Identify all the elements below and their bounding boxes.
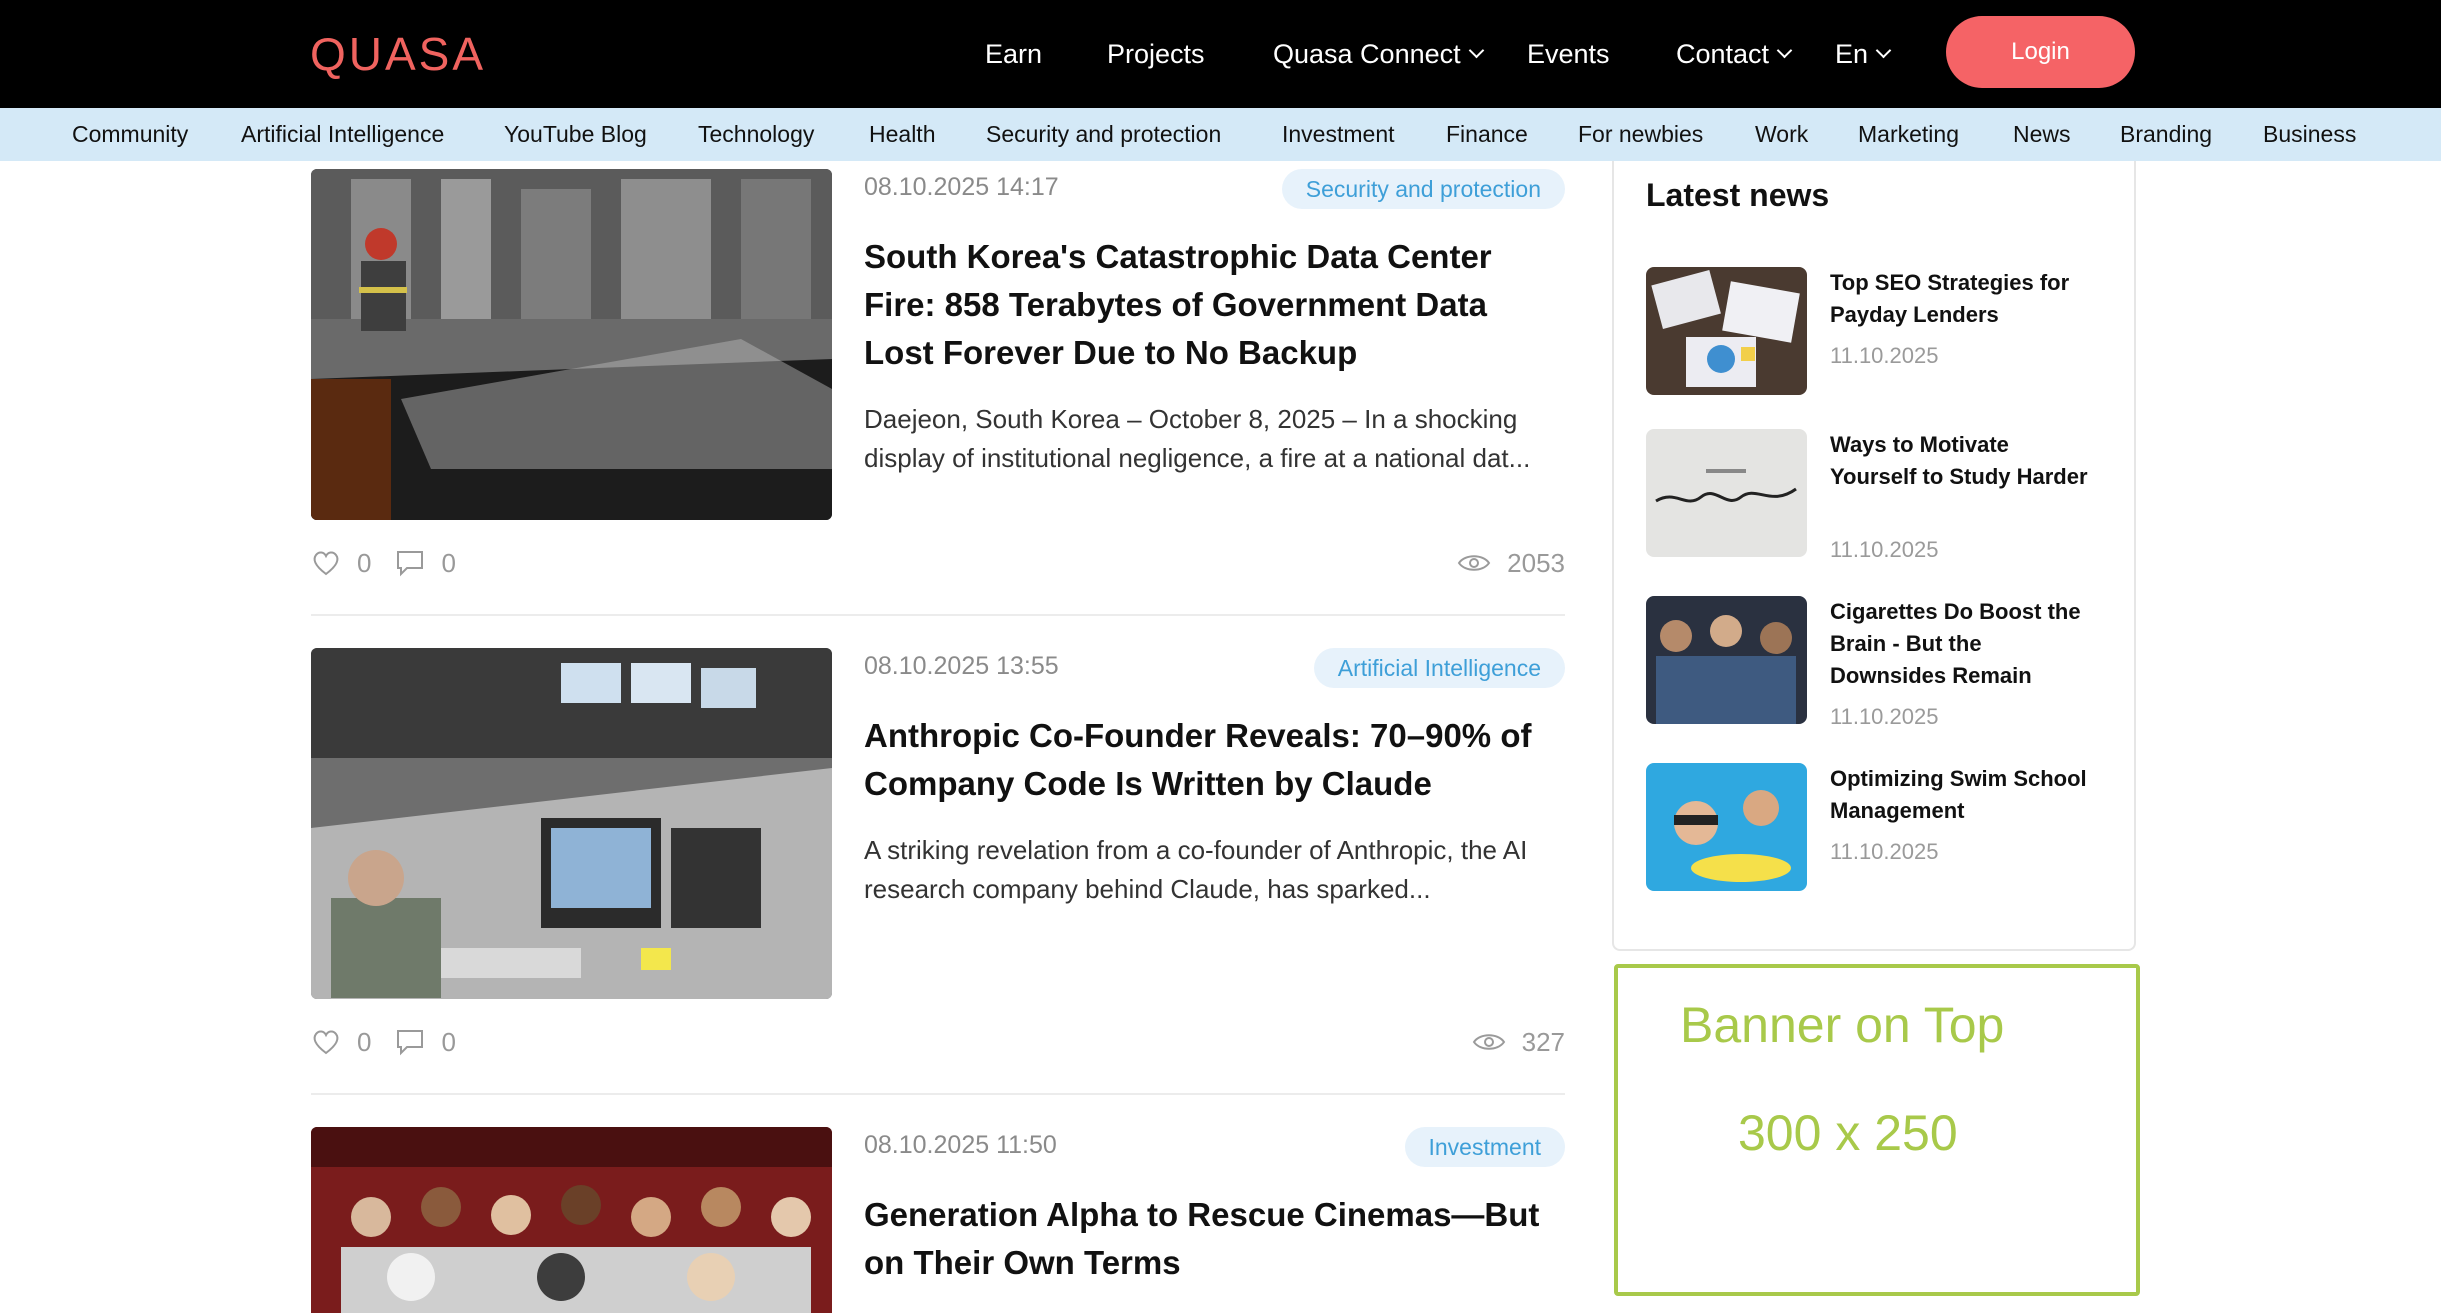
like-count: 0	[357, 1026, 372, 1057]
news-thumbnail[interactable]	[1646, 267, 1807, 395]
comment-icon[interactable]	[395, 1028, 425, 1056]
article-card: 08.10.2025 14:17 Security and protection…	[311, 169, 1565, 589]
category-bar: Community Artificial Intelligence YouTub…	[0, 108, 2441, 161]
news-date: 11.10.2025	[1830, 704, 1939, 729]
view-count: 327	[1521, 1026, 1565, 1057]
category-technology[interactable]: Technology	[698, 108, 814, 161]
article-image[interactable]	[311, 648, 832, 999]
banner-size: 300 x 250	[1738, 1105, 1958, 1161]
article-image[interactable]	[311, 1127, 832, 1313]
news-title[interactable]: Optimizing Swim School Management	[1830, 763, 2100, 827]
nav-events[interactable]: Events	[1527, 0, 1610, 108]
like-count: 0	[357, 547, 372, 578]
nav-label: Events	[1527, 38, 1610, 69]
article-date: 08.10.2025 14:17	[864, 173, 1059, 201]
latest-news-title: Latest news	[1646, 177, 1830, 213]
news-thumbnail[interactable]	[1646, 429, 1807, 557]
news-date: 11.10.2025	[1830, 839, 1939, 864]
category-ai[interactable]: Artificial Intelligence	[241, 108, 444, 161]
nav-quasa-connect[interactable]: Quasa Connect	[1273, 0, 1484, 108]
news-thumbnail[interactable]	[1646, 763, 1807, 891]
nav-earn[interactable]: Earn	[985, 0, 1042, 108]
category-finance[interactable]: Finance	[1446, 108, 1528, 161]
banner-text: Banner on Top	[1680, 997, 2005, 1053]
article-image[interactable]	[311, 169, 832, 520]
nav-label: Projects	[1107, 38, 1205, 69]
nav-label: Quasa Connect	[1273, 38, 1461, 69]
chevron-down-icon	[1875, 42, 1892, 58]
news-date: 11.10.2025	[1830, 537, 1939, 562]
heart-icon[interactable]	[311, 1028, 341, 1056]
comment-count: 0	[441, 547, 456, 578]
news-item[interactable]: Cigarettes Do Boost the Brain - But the …	[1646, 596, 2116, 729]
view-count: 2053	[1507, 547, 1565, 578]
article-excerpt: A striking revelation from a co-founder …	[864, 835, 1528, 904]
article-title[interactable]: Generation Alpha to Rescue Cinemas—But o…	[864, 1191, 1564, 1287]
category-community[interactable]: Community	[72, 108, 188, 161]
language-selector[interactable]: En	[1835, 0, 1892, 108]
site-logo[interactable]: QUASA	[310, 26, 486, 82]
heart-icon[interactable]	[311, 549, 341, 577]
news-thumbnail[interactable]	[1646, 596, 1807, 724]
chevron-down-icon	[1468, 42, 1484, 58]
top-header: QUASA Earn Projects Quasa Connect Events…	[0, 0, 2441, 108]
nav-label: En	[1835, 38, 1869, 69]
news-date: 11.10.2025	[1830, 343, 1939, 368]
category-for-newbies[interactable]: For newbies	[1578, 108, 1703, 161]
article-meta: 0 0 327	[311, 1022, 1565, 1062]
eye-icon	[1472, 1030, 1506, 1054]
article-card: 08.10.2025 13:55 Artificial Intelligence…	[311, 648, 1565, 1068]
nav-contact[interactable]: Contact	[1676, 0, 1793, 108]
article-title[interactable]: South Korea's Catastrophic Data Center F…	[864, 233, 1564, 377]
nav-label: Contact	[1676, 38, 1770, 69]
news-item[interactable]: Optimizing Swim School Management 11.10.…	[1646, 763, 2116, 893]
article-tag[interactable]: Artificial Intelligence	[1313, 648, 1565, 688]
article-tag[interactable]: Investment	[1404, 1127, 1565, 1167]
news-item[interactable]: Ways to Motivate Yourself to Study Harde…	[1646, 429, 2116, 562]
category-investment[interactable]: Investment	[1282, 108, 1395, 161]
latest-news-panel: Latest news Top SEO Strategies for Payda…	[1612, 161, 2136, 951]
news-title[interactable]: Ways to Motivate Yourself to Study Harde…	[1830, 429, 2100, 493]
comment-icon[interactable]	[395, 549, 425, 577]
category-security[interactable]: Security and protection	[986, 108, 1221, 161]
comment-count: 0	[441, 1026, 456, 1057]
category-marketing[interactable]: Marketing	[1858, 108, 1959, 161]
article-date: 08.10.2025 11:50	[864, 1131, 1057, 1159]
nav-label: Earn	[985, 38, 1043, 69]
news-title[interactable]: Top SEO Strategies for Payday Lenders	[1830, 267, 2100, 331]
chevron-down-icon	[1776, 42, 1793, 58]
divider	[311, 1093, 1565, 1095]
article-tag[interactable]: Security and protection	[1281, 169, 1565, 209]
article-meta: 0 0 2053	[311, 543, 1565, 583]
login-button[interactable]: Login	[1946, 16, 2135, 88]
ad-banner[interactable]: Banner on Top 300 x 250	[1614, 964, 2140, 1296]
category-branding[interactable]: Branding	[2120, 108, 2212, 161]
article-date: 08.10.2025 13:55	[864, 652, 1059, 680]
article-card: 08.10.2025 11:50 Investment Generation A…	[311, 1127, 1565, 1313]
article-excerpt: Daejeon, South Korea – October 8, 2025 –…	[864, 404, 1531, 473]
category-youtube-blog[interactable]: YouTube Blog	[504, 108, 647, 161]
divider	[311, 614, 1565, 616]
category-health[interactable]: Health	[869, 108, 935, 161]
news-title[interactable]: Cigarettes Do Boost the Brain - But the …	[1830, 596, 2100, 692]
article-title[interactable]: Anthropic Co-Founder Reveals: 70–90% of …	[864, 712, 1564, 808]
eye-icon	[1457, 551, 1491, 575]
news-item[interactable]: Top SEO Strategies for Payday Lenders 11…	[1646, 267, 2116, 397]
category-work[interactable]: Work	[1755, 108, 1808, 161]
category-business[interactable]: Business	[2263, 108, 2356, 161]
nav-projects[interactable]: Projects	[1107, 0, 1205, 108]
category-news[interactable]: News	[2013, 108, 2071, 161]
